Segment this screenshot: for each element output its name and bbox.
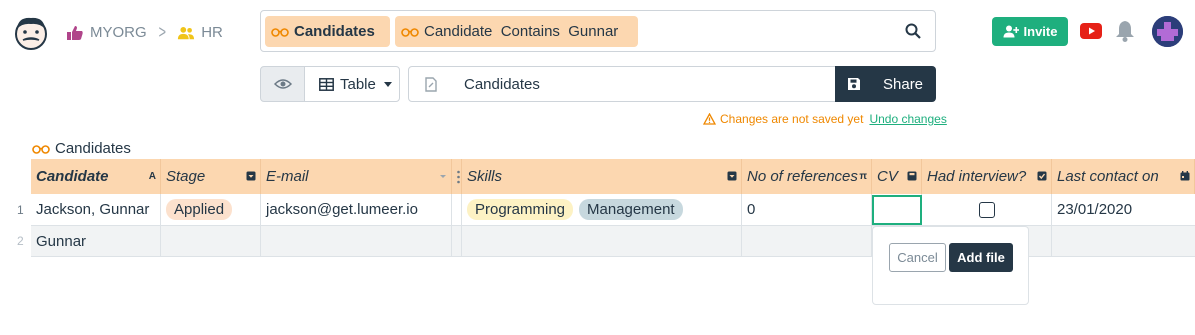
view-icon-picker[interactable] <box>408 66 453 102</box>
column-header-interview[interactable]: Had interview? <box>922 159 1052 194</box>
unsaved-text: Changes are not saved yet <box>720 112 864 126</box>
column-header-label: No of references <box>747 168 858 185</box>
cell-stage[interactable] <box>161 226 261 256</box>
cell-candidate[interactable]: Jackson, Gunnar <box>31 194 161 225</box>
add-user-icon <box>1003 25 1019 38</box>
column-header-last-contact[interactable]: Last contact on <box>1052 159 1195 194</box>
undo-changes-link[interactable]: Undo changes <box>869 112 946 126</box>
drag-handle-icon <box>457 170 460 183</box>
youtube-icon[interactable] <box>1080 23 1102 39</box>
cell-interview[interactable] <box>922 194 1052 225</box>
checkbox-type-icon <box>1037 171 1047 181</box>
column-header-stage[interactable]: Stage <box>161 159 261 194</box>
breadcrumb-org[interactable]: MYORG <box>90 24 147 41</box>
invite-button[interactable]: Invite <box>992 17 1068 46</box>
share-label: Share <box>883 75 924 93</box>
text-type-icon: A <box>148 171 156 182</box>
bell-icon[interactable] <box>1115 19 1135 43</box>
breadcrumb-project[interactable]: HR <box>201 24 223 41</box>
search-chip-label: Candidate Contains Gunnar <box>424 23 619 40</box>
pi-type-icon: π <box>859 171 867 182</box>
column-header-label: Last contact on <box>1057 168 1159 185</box>
column-header-label: Candidate <box>36 168 109 185</box>
column-header-label: E-mail <box>266 168 309 185</box>
cell-last-contact[interactable]: 23/01/2020 <box>1052 194 1195 225</box>
stage-badge: Applied <box>166 199 233 220</box>
warning-icon <box>703 113 716 125</box>
search-chip-label: Candidates <box>294 23 375 40</box>
user-avatar-icon <box>1152 16 1183 47</box>
glasses-icon <box>271 27 289 37</box>
cell-value: 23/01/2020 <box>1057 201 1133 218</box>
invite-label: Invite <box>1023 24 1058 39</box>
dropdown-icon <box>246 171 256 181</box>
table-row[interactable]: Jackson, Gunnar Applied jackson@get.lume… <box>31 194 1195 226</box>
row-number: 1 <box>17 203 24 217</box>
table-icon <box>319 77 334 91</box>
cell-value: jackson@get.lumeer.io <box>266 201 418 218</box>
table-header-row: Candidate A Stage E-mail Skills No of re… <box>31 159 1195 194</box>
cell-email[interactable]: jackson@get.lumeer.io <box>261 194 452 225</box>
user-avatar[interactable] <box>1152 16 1183 47</box>
cv-cell-editor[interactable] <box>872 195 922 225</box>
column-header-references[interactable]: No of references π <box>742 159 872 194</box>
column-header-candidate[interactable]: Candidate A <box>31 159 161 194</box>
breadcrumb: MYORG > HR <box>66 22 223 43</box>
glasses-icon <box>32 144 50 154</box>
search-chip-filter[interactable]: Candidate Contains Gunnar <box>395 16 638 47</box>
cell-stage[interactable]: Applied <box>161 194 261 225</box>
cell-value: Jackson, Gunnar <box>36 201 150 218</box>
perspective-select[interactable]: Table <box>304 66 400 102</box>
column-header-label: CV <box>877 168 898 185</box>
unsaved-changes-notice: Changes are not saved yet Undo changes <box>703 112 947 126</box>
cell-last-contact[interactable] <box>1052 226 1195 256</box>
users-icon <box>178 26 195 39</box>
add-file-button[interactable]: Add file <box>949 243 1013 272</box>
search-box[interactable]: Candidates Candidate Contains Gunnar <box>260 10 936 52</box>
save-icon <box>848 78 860 90</box>
caret-down-icon <box>383 81 392 87</box>
skill-badge: Programming <box>467 199 574 220</box>
file-icon <box>424 76 437 92</box>
file-attachment-popover: Cancel Add file <box>872 226 1029 305</box>
cell-skills[interactable]: Programming Management <box>462 194 742 225</box>
view-name-input[interactable] <box>452 66 836 102</box>
cell-candidate[interactable]: Gunnar <box>31 226 161 256</box>
column-header-label: Skills <box>467 168 503 185</box>
cell-value: Gunnar <box>36 232 87 250</box>
view-visibility-button[interactable] <box>260 66 305 102</box>
glasses-icon <box>401 27 419 37</box>
column-resize-handle[interactable] <box>452 159 462 194</box>
table-title: Candidates <box>32 140 131 157</box>
sort-icon <box>440 175 446 178</box>
column-header-label: Had interview? <box>927 168 1027 185</box>
table-title-label: Candidates <box>55 140 131 157</box>
cell-skills[interactable] <box>462 226 742 256</box>
column-header-cv[interactable]: CV <box>872 159 922 194</box>
column-header-label: Stage <box>166 168 206 185</box>
calendar-icon <box>1180 171 1190 181</box>
cell-value: 0 <box>747 201 756 218</box>
skill-badge: Management <box>579 199 683 220</box>
search-chip-collection[interactable]: Candidates <box>265 16 390 47</box>
app-logo-icon[interactable] <box>12 13 50 51</box>
row-number: 2 <box>17 234 24 248</box>
cell-references[interactable] <box>742 226 872 256</box>
cell-email[interactable] <box>261 226 452 256</box>
cell-spacer <box>452 226 462 256</box>
dropdown-icon <box>727 171 737 181</box>
breadcrumb-separator: > <box>158 22 166 42</box>
file-type-icon <box>907 171 917 181</box>
search-icon[interactable] <box>905 23 921 39</box>
thumbs-up-icon <box>67 25 83 40</box>
interview-checkbox[interactable] <box>979 201 995 218</box>
column-header-email[interactable]: E-mail <box>261 159 452 194</box>
cancel-button[interactable]: Cancel <box>889 243 946 272</box>
perspective-label: Table <box>340 75 376 93</box>
column-header-skills[interactable]: Skills <box>462 159 742 194</box>
cell-spacer <box>452 194 462 225</box>
save-share-button[interactable]: Share <box>835 66 936 102</box>
cell-references[interactable]: 0 <box>742 194 872 225</box>
eye-icon <box>273 79 292 89</box>
